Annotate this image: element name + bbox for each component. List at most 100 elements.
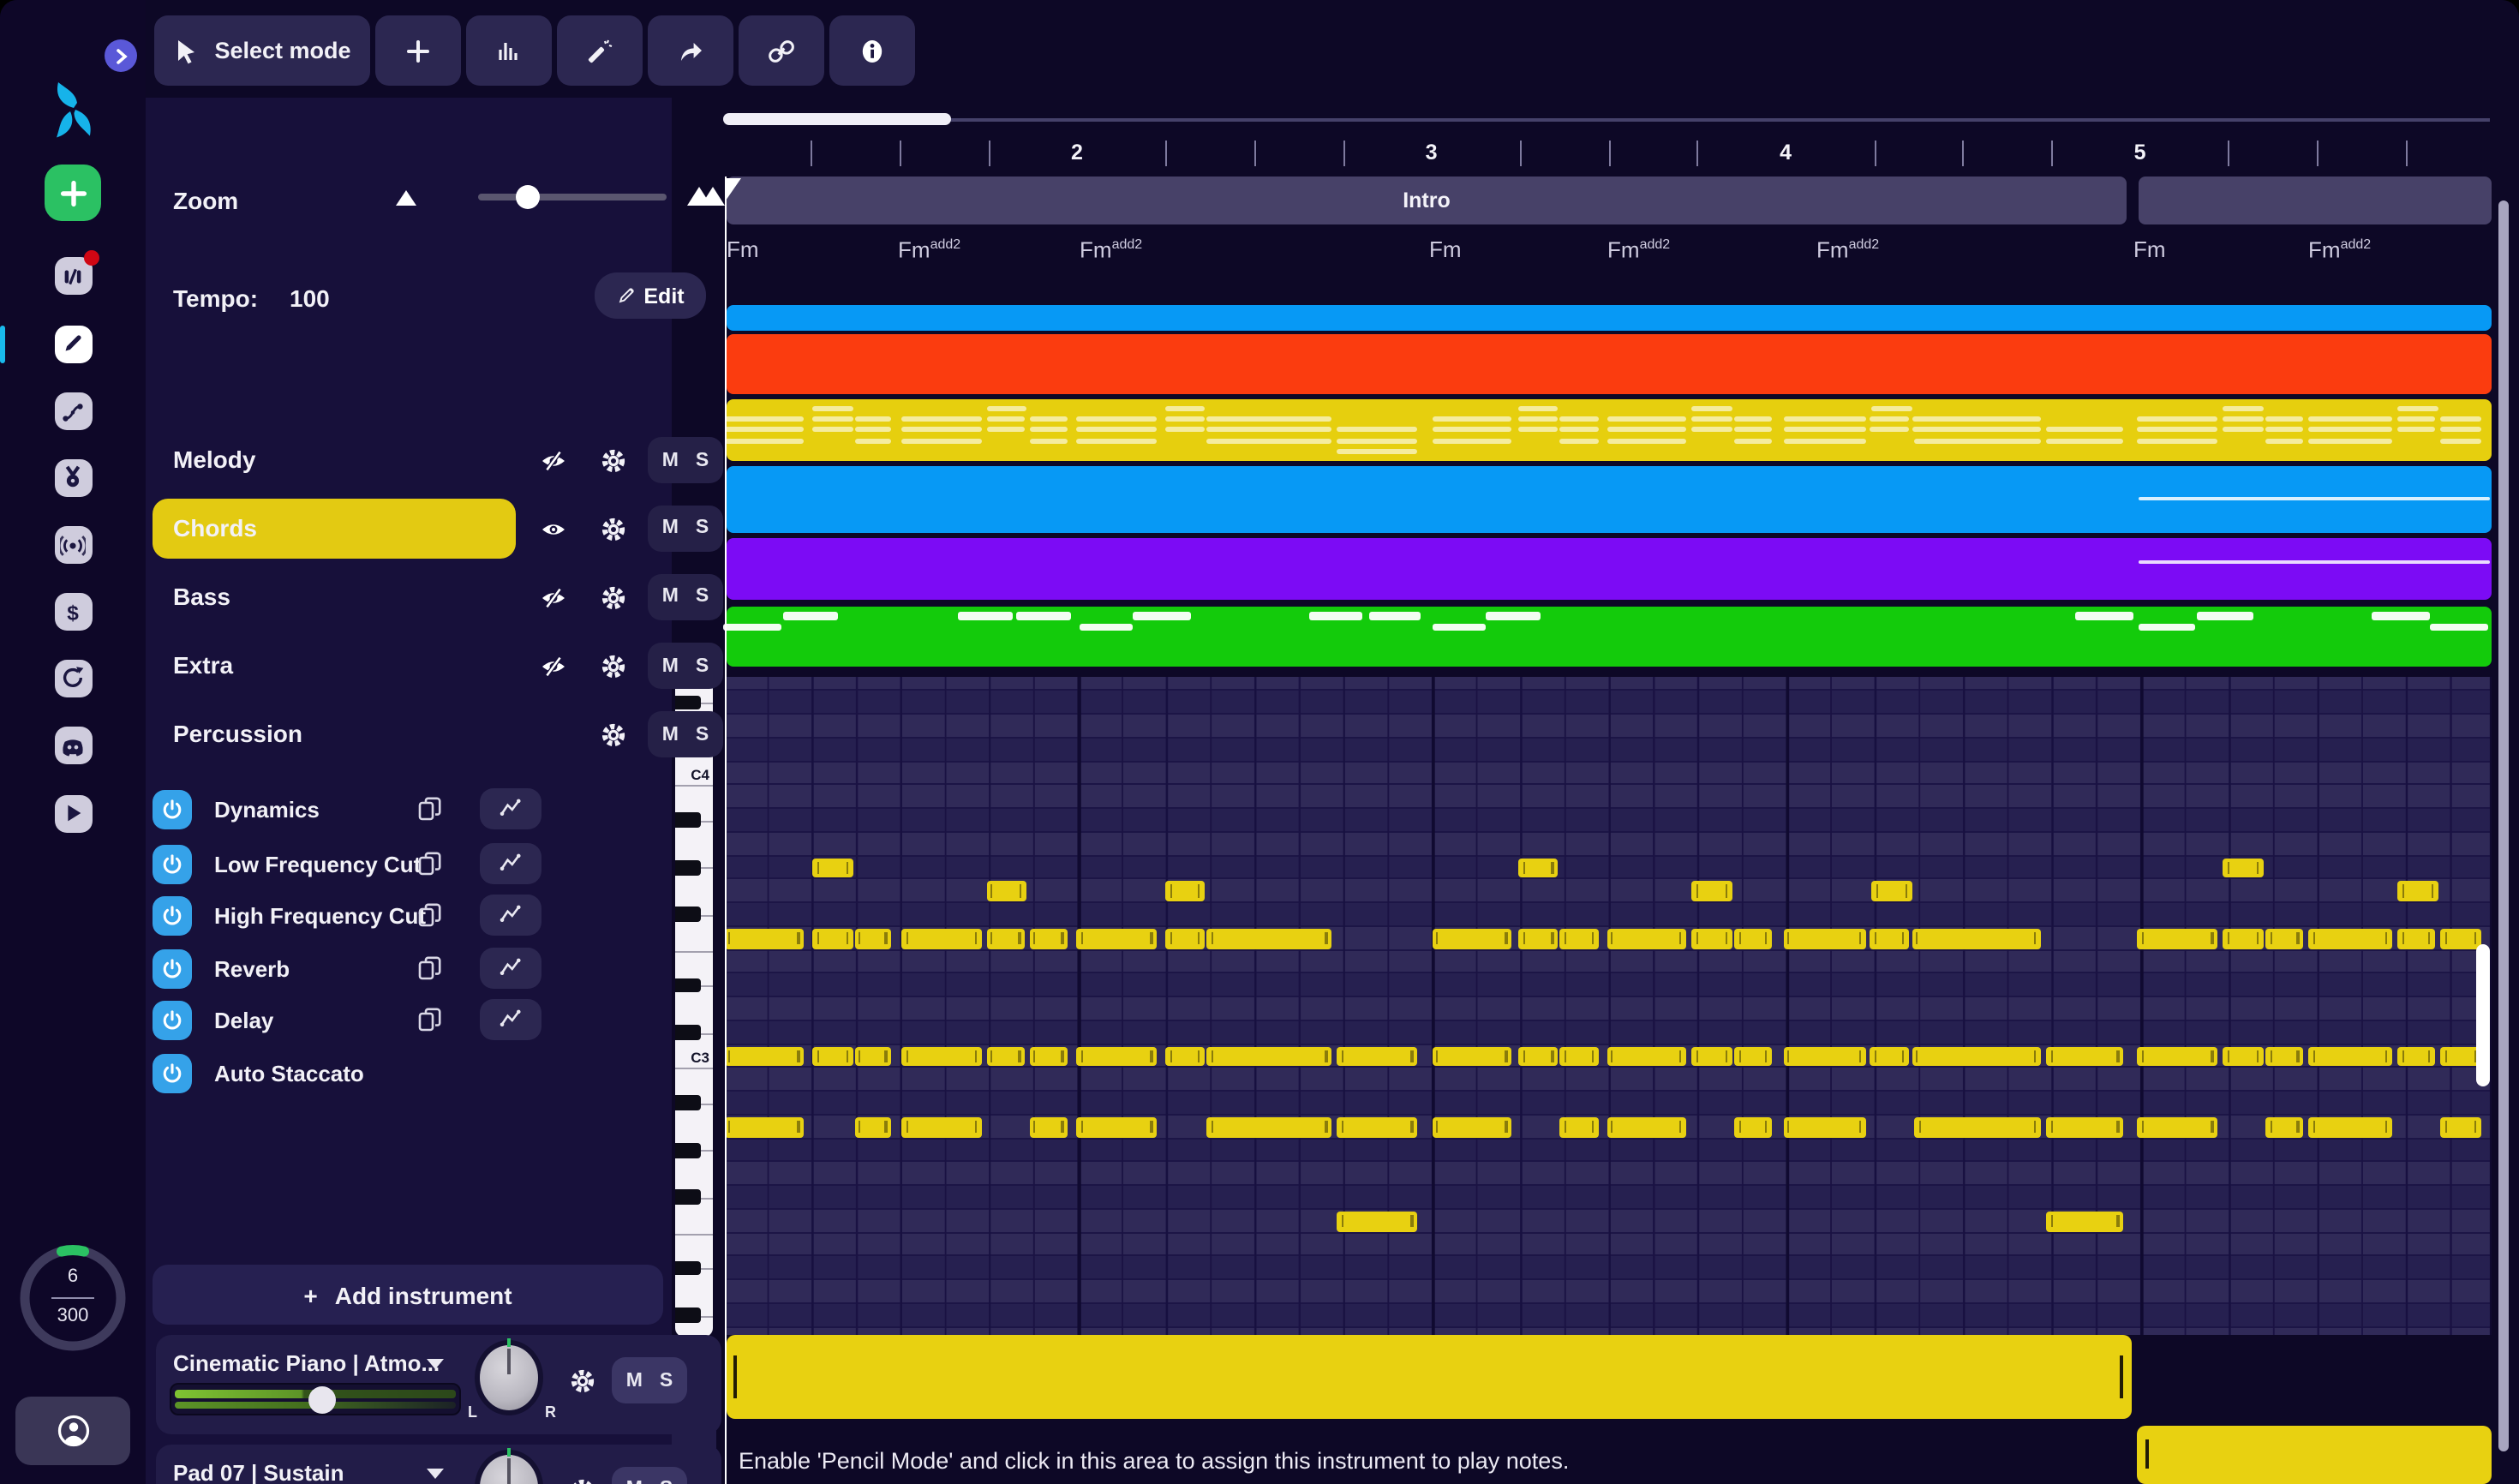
piano-roll-note[interactable]	[901, 1116, 981, 1138]
piano-roll-note[interactable]	[2265, 1116, 2303, 1138]
strip-melody[interactable]	[727, 333, 2492, 393]
piano-roll-note[interactable]	[1607, 928, 1685, 949]
piano-roll-note[interactable]	[986, 928, 1025, 949]
copy-icon[interactable]	[416, 954, 444, 990]
solo-button[interactable]: S	[696, 450, 709, 470]
piano-roll-note[interactable]	[2308, 928, 2391, 949]
horizontal-scrollbar-track[interactable]	[725, 118, 2490, 121]
piano-roll-note[interactable]	[2440, 1116, 2480, 1138]
piano-roll-note[interactable]	[1029, 1116, 1068, 1138]
mute-solo-toggle[interactable]: MS	[612, 1466, 687, 1484]
region-cinematic-piano[interactable]	[727, 1335, 2132, 1419]
effect-power-button[interactable]	[153, 948, 192, 988]
pan-knob[interactable]	[480, 1447, 538, 1484]
piano-roll-note[interactable]	[1559, 1046, 1598, 1067]
solo-button[interactable]: S	[660, 1370, 673, 1391]
piano-roll-note[interactable]	[725, 1046, 804, 1067]
close-window-button[interactable]	[24, 19, 45, 39]
sidebar-item-history[interactable]	[54, 659, 92, 697]
piano-roll-note[interactable]	[1783, 1046, 1865, 1067]
piano-roll-note[interactable]	[1783, 1116, 1865, 1138]
piano-roll-note[interactable]	[2265, 928, 2303, 949]
mute-button[interactable]: M	[662, 518, 679, 538]
piano-roll-note[interactable]	[986, 881, 1026, 902]
piano-roll-note[interactable]	[1559, 928, 1598, 949]
piano-roll-note[interactable]	[1559, 1116, 1598, 1138]
eye-slash-icon[interactable]	[538, 651, 569, 682]
mute-solo-toggle[interactable]: MS	[648, 573, 723, 619]
piano-roll-note[interactable]	[2265, 1046, 2303, 1067]
piano-roll-note[interactable]	[1337, 1116, 1417, 1138]
piano-roll-note[interactable]	[1432, 1046, 1511, 1067]
add-button[interactable]	[375, 15, 461, 86]
sidebar-item-new-project[interactable]	[45, 165, 101, 221]
piano-roll-note[interactable]	[854, 1046, 891, 1067]
piano-roll-note[interactable]	[854, 928, 891, 949]
region-resize-handle[interactable]	[733, 1355, 737, 1398]
piano-roll-note[interactable]	[2046, 1116, 2123, 1138]
copy-icon[interactable]	[416, 795, 444, 831]
piano-roll-note[interactable]	[2137, 928, 2217, 949]
piano-roll-note[interactable]	[812, 858, 853, 878]
mute-button[interactable]: M	[662, 450, 679, 470]
piano-roll-note[interactable]	[1206, 928, 1331, 949]
piano-roll-note[interactable]	[1871, 881, 1912, 902]
track-row-percussion[interactable]: Percussion M S	[146, 701, 728, 769]
mute-button[interactable]: M	[626, 1479, 643, 1484]
account-button[interactable]	[15, 1397, 130, 1465]
piano-roll-note[interactable]	[1076, 1116, 1157, 1138]
mute-solo-toggle[interactable]: MS	[648, 505, 723, 551]
section-bar[interactable]	[2139, 177, 2492, 224]
strip-percussion[interactable]	[723, 606, 2492, 667]
strip-chords[interactable]	[724, 399, 2492, 460]
track-settings-gear-icon[interactable]	[598, 513, 629, 544]
region-resize-handle[interactable]	[2145, 1439, 2149, 1469]
eye-icon[interactable]	[538, 513, 569, 544]
copy-icon[interactable]	[416, 1006, 444, 1042]
copy-icon[interactable]	[416, 849, 444, 885]
automation-curve-button[interactable]	[480, 947, 541, 988]
edit-button[interactable]: Edit	[595, 272, 706, 319]
app-logo[interactable]	[38, 75, 106, 153]
piano-roll-note[interactable]	[1337, 1046, 1417, 1067]
mute-button[interactable]: M	[662, 724, 679, 745]
region-resize-handle[interactable]	[2120, 1355, 2123, 1398]
piano-roll-note[interactable]	[812, 928, 853, 949]
region-pad[interactable]	[2137, 1425, 2492, 1484]
minimize-window-button[interactable]	[57, 19, 77, 39]
strip-extra[interactable]	[727, 538, 2492, 599]
volume-slider[interactable]	[170, 1383, 461, 1415]
track-row-melody[interactable]: Melody M S	[146, 427, 728, 495]
track-settings-gear-icon[interactable]	[598, 582, 629, 613]
piano-roll-note[interactable]	[1870, 928, 1908, 949]
piano-roll-vertical-scrollbar-thumb[interactable]	[2475, 944, 2489, 1086]
piano-roll-note[interactable]	[901, 928, 981, 949]
piano-roll-note[interactable]	[854, 1116, 891, 1138]
black-key[interactable]	[675, 1307, 700, 1323]
horizontal-scrollbar-thumb[interactable]	[723, 113, 951, 125]
solo-button[interactable]: S	[696, 586, 709, 607]
piano-roll-note[interactable]	[2397, 1046, 2434, 1067]
piano-roll-note[interactable]	[2046, 1211, 2123, 1232]
piano-roll-note[interactable]	[812, 1046, 853, 1067]
zoom-slider[interactable]	[478, 185, 667, 209]
zoom-out-icon[interactable]	[396, 190, 416, 206]
chevron-down-icon[interactable]	[427, 1468, 444, 1478]
instrument-settings-gear-icon[interactable]	[567, 1366, 598, 1397]
piano-roll-note[interactable]	[2137, 1046, 2217, 1067]
eye-slash-icon[interactable]	[538, 582, 569, 613]
select-mode-button[interactable]: Select mode	[154, 15, 370, 86]
black-key[interactable]	[675, 1260, 700, 1276]
piano-roll-note[interactable]	[986, 1046, 1025, 1067]
sidebar-item-billing[interactable]: $	[54, 593, 92, 631]
piano-roll-note[interactable]	[1206, 1046, 1331, 1067]
piano-roll-note[interactable]	[1518, 858, 1558, 878]
expand-sidebar-button[interactable]	[105, 39, 137, 72]
piano-roll-note[interactable]	[1691, 1046, 1732, 1067]
solo-button[interactable]: S	[696, 655, 709, 676]
effect-power-button[interactable]	[153, 1001, 192, 1040]
solo-button[interactable]: S	[660, 1479, 673, 1484]
zoom-slider-knob[interactable]	[516, 185, 540, 209]
solo-button[interactable]: S	[696, 518, 709, 538]
pan-knob[interactable]	[480, 1338, 538, 1410]
